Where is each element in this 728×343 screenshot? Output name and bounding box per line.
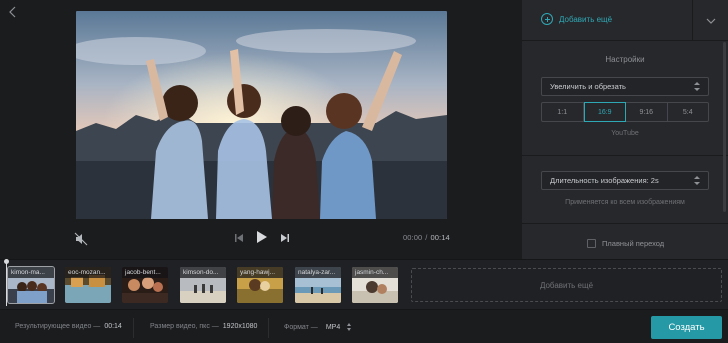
timeline-clip[interactable]: natalya-zar... [295,267,341,303]
preview-area: 00:00/00:14 [0,0,522,259]
applies-caption: Применяется ко всем изображениям [565,199,685,206]
time-display: 00:00/00:14 [403,233,450,242]
smooth-transition-label: Плавный переход [602,239,665,248]
format-select[interactable]: Формат — MP4 [284,323,352,331]
clip-name: jasmin-ch... [352,267,398,278]
panel-divider [522,155,728,156]
panel-header: Добавить ещё [522,0,728,41]
timeline-clip[interactable]: jacob-bent... [122,267,168,303]
ratio-5-4-button[interactable]: 5:4 [668,103,709,121]
clip-name: eoc-mozan... [65,267,111,278]
resize-mode-value: Увеличить и обрезать [550,82,626,91]
playhead[interactable] [4,259,9,306]
image-duration-select[interactable]: Длительность изображения: 2s [541,171,709,190]
timeline-clip[interactable]: kimson-do... [180,267,226,303]
result-duration-value: 00:14 [104,323,122,330]
mute-button[interactable] [74,232,88,246]
timeline-clip[interactable]: eoc-mozan... [65,267,111,303]
back-button[interactable] [6,5,20,19]
settings-title: Настройки [605,55,645,64]
timeline-clip[interactable]: yang-hawj... [237,267,283,303]
add-more-label: Добавить ещё [559,14,613,24]
video-size-info: Размер видео, пкс — 1920x1080 [150,323,257,330]
ratio-16-9-button[interactable]: 16:9 [583,102,626,122]
timeline-clip[interactable]: jasmin-ch... [352,267,398,303]
select-arrows-icon [694,82,700,91]
play-icon [257,230,267,243]
total-time: 00:14 [430,233,450,242]
clip-name: jacob-bent... [122,267,168,278]
panel-divider [522,223,728,224]
info-separator [133,318,134,338]
play-button[interactable] [256,230,268,249]
timeline-clip[interactable]: kimon-ma... [7,266,55,304]
timeline: kimon-ma... eoc-mozan... jacob-bent... k… [0,259,728,309]
clip-name: kimon-ma... [8,267,54,278]
image-duration-value: Длительность изображения: 2s [550,176,659,185]
smooth-transition-checkbox[interactable]: Плавный переход [587,239,664,248]
video-preview [76,11,447,219]
ratio-caption: YouTube [611,130,639,137]
result-duration-label: Результирующее видео — [15,323,101,330]
speaker-muted-icon [74,232,88,246]
add-more-dropzone[interactable]: Добавить ещё [411,268,722,302]
chevron-left-icon [9,6,16,18]
video-size-value: 1920x1080 [222,323,258,330]
select-arrows-icon [694,176,700,185]
result-duration-info: Результирующее видео — 00:14 [15,323,122,330]
player-controls [234,230,290,248]
ratio-9-16-button[interactable]: 9:16 [626,103,668,121]
clip-name: kimson-do... [180,267,226,278]
video-size-label: Размер видео, пкс — [150,323,219,330]
settings-panel: Добавить ещё Настройки Увеличить и обрез… [522,0,728,259]
panel-scrollbar[interactable] [723,42,726,212]
video-frame-image [76,11,447,219]
skip-next-icon [281,234,289,242]
plus-circle-icon [541,13,553,25]
collapse-button[interactable] [692,0,728,41]
previous-button[interactable] [234,230,244,248]
next-button[interactable] [280,230,290,248]
skip-previous-icon [235,234,243,242]
resize-mode-select[interactable]: Увеличить и обрезать [541,77,709,96]
bottom-bar: Результирующее видео — 00:14 Размер виде… [0,309,728,343]
format-value: MP4 [325,323,341,331]
select-arrows-icon [347,323,352,331]
checkbox-icon [587,239,596,248]
format-label: Формат — [284,323,318,331]
add-more-button[interactable]: Добавить ещё [541,13,612,25]
create-button[interactable]: Создать [651,316,722,339]
clip-name: natalya-zar... [295,267,341,278]
ratio-1-1-button[interactable]: 1:1 [542,103,584,121]
chevron-down-icon [706,18,715,24]
current-time: 00:00 [403,233,423,242]
info-separator [268,318,269,338]
time-separator: / [425,233,428,242]
clip-name: yang-hawj... [237,267,283,278]
aspect-ratio-group: 1:1 16:9 9:16 5:4 [541,102,709,122]
